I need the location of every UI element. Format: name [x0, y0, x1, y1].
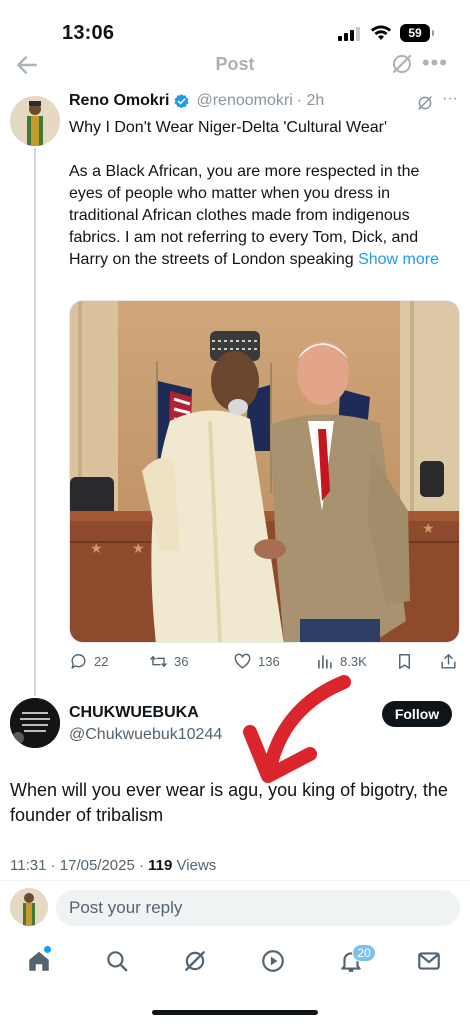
reply-text: When will you ever wear is agu, you king…	[10, 780, 448, 825]
repost-count: 36	[174, 654, 189, 669]
reply-action[interactable]: 22	[69, 652, 108, 671]
reply-author-handle[interactable]: @Chukwuebuk10244	[69, 726, 222, 744]
bottom-tab-bar: 20	[0, 940, 470, 984]
author-name[interactable]: Reno Omokri	[69, 92, 169, 110]
reply-count: 22	[94, 654, 109, 669]
nav-bar: Post •••	[0, 48, 470, 84]
post-photo[interactable]: ★ ★ ★	[69, 300, 460, 643]
grok-icon	[185, 951, 205, 971]
follow-button[interactable]: Follow	[382, 701, 452, 727]
battery-icon: 59	[400, 24, 434, 42]
like-action[interactable]: 136	[233, 652, 280, 671]
wifi-icon	[371, 25, 391, 40]
reply-views-count: 119	[148, 857, 173, 874]
more-options-icon[interactable]: •••	[422, 50, 448, 76]
reply-views-label: Views	[172, 857, 217, 874]
mail-icon	[418, 952, 440, 970]
status-bar: 13:06 59	[0, 0, 470, 52]
repost-action[interactable]: 36	[149, 652, 188, 671]
tab-search[interactable]	[104, 948, 130, 974]
svg-text:★: ★	[90, 541, 103, 557]
like-count: 136	[258, 654, 280, 669]
bookmark-icon	[399, 654, 410, 669]
post-actions: 22 36 136 8.3K	[69, 652, 459, 674]
reply-icon	[71, 654, 86, 669]
status-time: 13:06	[62, 22, 115, 44]
heart-icon	[234, 653, 251, 669]
avatar	[10, 888, 48, 926]
tab-home[interactable]	[26, 946, 52, 974]
avatar[interactable]	[10, 96, 60, 146]
svg-text:★: ★	[422, 521, 435, 537]
avatar[interactable]	[10, 698, 60, 748]
reply-meta: 11:31 · 17/05/2025 · 119 Views	[10, 857, 216, 874]
repost-icon	[150, 656, 167, 667]
author-handle[interactable]: @renoomokri	[196, 92, 292, 110]
notifications-badge: 20	[352, 944, 376, 962]
thread-connector-line	[34, 148, 36, 696]
play-icon	[262, 950, 284, 972]
status-icons: 59	[338, 24, 434, 42]
bookmark-action[interactable]	[395, 652, 414, 671]
analytics-icon	[318, 655, 332, 669]
tab-grok[interactable]	[182, 948, 208, 974]
views-count: 8.3K	[340, 654, 367, 669]
post-more-icon[interactable]: ···	[442, 90, 458, 108]
grok-icon[interactable]	[416, 94, 434, 112]
share-icon	[441, 654, 456, 669]
grok-icon[interactable]	[390, 52, 414, 76]
home-indicator	[152, 1010, 318, 1015]
post-text: Why I Don't Wear Niger-Delta 'Cultural W…	[69, 117, 453, 271]
red-arrow-annotation	[243, 675, 351, 783]
reply-timestamp: 11:31 · 17/05/2025 ·	[10, 857, 149, 874]
search-icon	[107, 951, 128, 972]
reply-composer: Post your reply	[0, 888, 470, 930]
cellular-signal-icon	[338, 25, 362, 41]
tab-video[interactable]	[260, 948, 286, 974]
share-action[interactable]	[439, 652, 458, 671]
reply-input[interactable]: Post your reply	[56, 890, 460, 926]
post-time: · 2h	[296, 92, 325, 109]
divider	[0, 880, 470, 881]
svg-text:★: ★	[132, 541, 145, 557]
tab-messages[interactable]	[416, 948, 442, 974]
verified-badge-icon	[175, 93, 189, 108]
post-title-line: Why I Don't Wear Niger-Delta 'Cultural W…	[69, 119, 387, 136]
reply-author-name[interactable]: CHUKWUEBUKA	[69, 704, 199, 722]
show-more-link[interactable]: Show more	[358, 251, 439, 268]
post-header: Reno Omokri @renoomokri · 2h	[69, 92, 324, 110]
home-notification-dot	[44, 946, 51, 953]
views-action[interactable]: 8.3K	[315, 652, 367, 671]
